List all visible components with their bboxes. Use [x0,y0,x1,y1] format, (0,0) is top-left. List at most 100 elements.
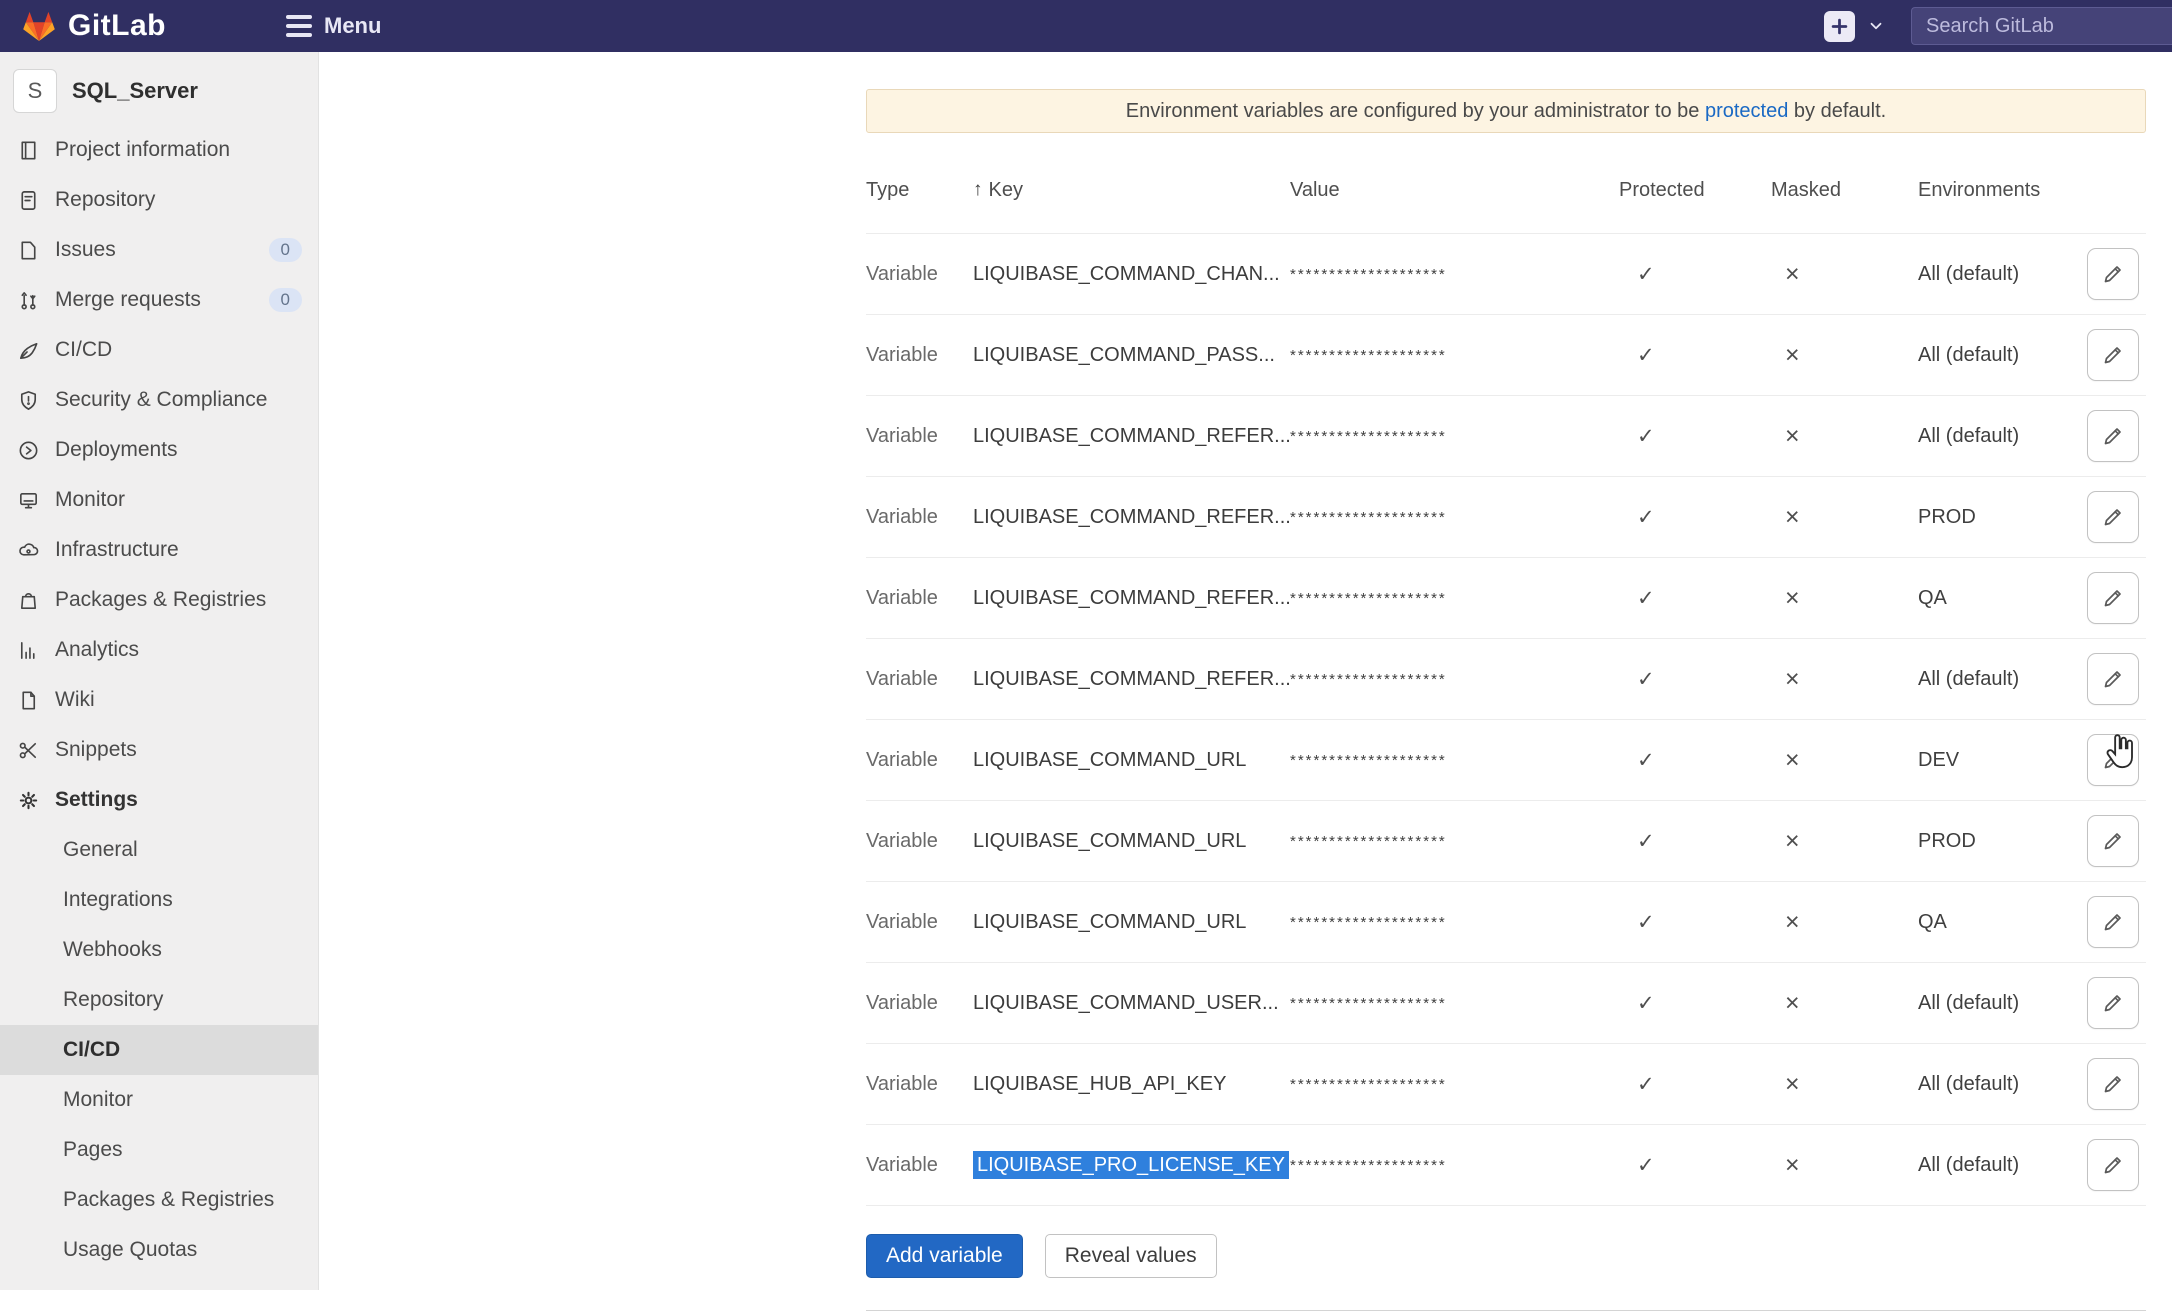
sidebar-item-label: Merge requests [55,288,201,312]
pencil-icon [2101,1153,2125,1177]
protected-check-icon: ✓ [1619,343,1771,368]
masked-cross-icon: × [1771,584,1918,613]
masked-cross-icon: × [1771,422,1918,451]
edit-variable-button[interactable] [2087,734,2139,786]
deployments-icon [17,439,40,462]
protected-link[interactable]: protected [1705,100,1788,123]
chevron-down-icon [1867,17,1885,35]
sidebar-item-label: Monitor [55,488,125,512]
edit-variable-button[interactable] [2087,572,2139,624]
sidebar-item-security-compliance[interactable]: Security & Compliance [0,375,318,425]
variable-type: Variable [866,1154,973,1177]
sidebar-item-packages-registries[interactable]: Packages & Registries [0,575,318,625]
variable-type: Variable [866,1073,973,1096]
variable-masked-value: ******************** [1290,590,1619,607]
edit-variable-button[interactable] [2087,329,2139,381]
sidebar-item-analytics[interactable]: Analytics [0,625,318,675]
new-item-dropdown[interactable] [1867,17,1885,35]
pencil-icon [2101,262,2125,286]
sidebar-subitem-label: Integrations [63,888,173,912]
package-icon [17,589,40,612]
sidebar-item-monitor[interactable]: Monitor [0,475,318,525]
variable-environments: All (default) [1918,1073,2080,1096]
edit-variable-button[interactable] [2087,1058,2139,1110]
variable-key: LIQUIBASE_PRO_LICENSE_KEY [973,1154,1290,1177]
protected-check-icon: ✓ [1619,1072,1771,1097]
pencil-icon [2101,748,2125,772]
pencil-icon [2101,991,2125,1015]
variable-masked-value: ******************** [1290,833,1619,850]
variable-row: VariableLIQUIBASE_COMMAND_URL***********… [866,881,2146,962]
sidebar-subitem-repository[interactable]: Repository [0,975,318,1025]
protected-check-icon: ✓ [1619,748,1771,773]
variable-masked-value: ******************** [1290,752,1619,769]
sidebar-subitem-monitor[interactable]: Monitor [0,1075,318,1125]
sidebar-item-label: Project information [55,138,230,162]
col-header-environments: Environments [1918,179,2080,202]
repository-icon [17,189,40,212]
masked-cross-icon: × [1771,827,1918,856]
sidebar-subitem-integrations[interactable]: Integrations [0,875,318,925]
reveal-values-button[interactable]: Reveal values [1045,1234,1217,1278]
sidebar: S SQL_Server Project information Reposito… [0,52,319,1290]
masked-cross-icon: × [1771,503,1918,532]
protected-check-icon: ✓ [1619,262,1771,287]
add-variable-button[interactable]: Add variable [866,1234,1023,1278]
search-input[interactable] [1911,7,2172,45]
key-text: LIQUIBASE_COMMAND_URL [973,749,1246,771]
edit-variable-button[interactable] [2087,653,2139,705]
protected-check-icon: ✓ [1619,505,1771,530]
edit-variable-button[interactable] [2087,977,2139,1029]
variable-masked-value: ******************** [1290,266,1619,283]
sidebar-item-snippets[interactable]: Snippets [0,725,318,775]
variable-row: VariableLIQUIBASE_HUB_API_KEY***********… [866,1043,2146,1124]
edit-variable-button[interactable] [2087,896,2139,948]
variable-type: Variable [866,263,973,286]
sidebar-item-deployments[interactable]: Deployments [0,425,318,475]
edit-variable-button[interactable] [2087,491,2139,543]
sidebar-subitem-packages-registries[interactable]: Packages & Registries [0,1175,318,1225]
sidebar-subitem-webhooks[interactable]: Webhooks [0,925,318,975]
edit-variable-button[interactable] [2087,815,2139,867]
selected-key-text: LIQUIBASE_PRO_LICENSE_KEY [973,1151,1289,1179]
variable-key: LIQUIBASE_HUB_API_KEY [973,1073,1290,1096]
masked-cross-icon: × [1771,746,1918,775]
edit-variable-button[interactable] [2087,248,2139,300]
col-header-type: Type [866,179,973,202]
sidebar-item-label: Analytics [55,638,139,662]
sidebar-subitem-general[interactable]: General [0,825,318,875]
sidebar-item-project-information[interactable]: Project information [0,125,318,175]
edit-variable-button[interactable] [2087,1139,2139,1191]
sidebar-item-label: Repository [55,188,155,212]
variable-masked-value: ******************** [1290,1157,1619,1174]
sidebar-subitem-label: Usage Quotas [63,1238,197,1262]
sidebar-item-wiki[interactable]: Wiki [0,675,318,725]
sidebar-item-issues[interactable]: Issues0 [0,225,318,275]
edit-variable-button[interactable] [2087,410,2139,462]
gitlab-logo[interactable]: GitLab [22,9,166,43]
col-header-key[interactable]: ↑Key [973,179,1290,202]
variable-type: Variable [866,992,973,1015]
sidebar-item-repository[interactable]: Repository [0,175,318,225]
new-item-button[interactable] [1824,11,1855,42]
sidebar-item-infrastructure[interactable]: Infrastructure [0,525,318,575]
variable-key: LIQUIBASE_COMMAND_REFER... [973,668,1290,691]
protected-check-icon: ✓ [1619,424,1771,449]
key-text: LIQUIBASE_COMMAND_URL [973,911,1246,933]
variable-key: LIQUIBASE_COMMAND_REFER... [973,506,1290,529]
pencil-icon [2101,505,2125,529]
sidebar-item-ci-cd[interactable]: CI/CD [0,325,318,375]
sidebar-item-settings[interactable]: Settings [0,775,318,825]
variable-masked-value: ******************** [1290,1076,1619,1093]
menu-button[interactable]: Menu [286,13,381,39]
variable-environments: All (default) [1918,992,2080,1015]
sidebar-subitem-pages[interactable]: Pages [0,1125,318,1175]
project-header[interactable]: S SQL_Server [0,52,318,125]
sidebar-subitem-label: General [63,838,138,862]
variable-masked-value: ******************** [1290,671,1619,688]
sidebar-item-merge-requests[interactable]: Merge requests0 [0,275,318,325]
gear-icon [17,789,40,812]
sidebar-subitem-usage-quotas[interactable]: Usage Quotas [0,1225,318,1275]
sidebar-item-label: CI/CD [55,338,112,362]
sidebar-subitem-ci-cd[interactable]: CI/CD [0,1025,318,1075]
